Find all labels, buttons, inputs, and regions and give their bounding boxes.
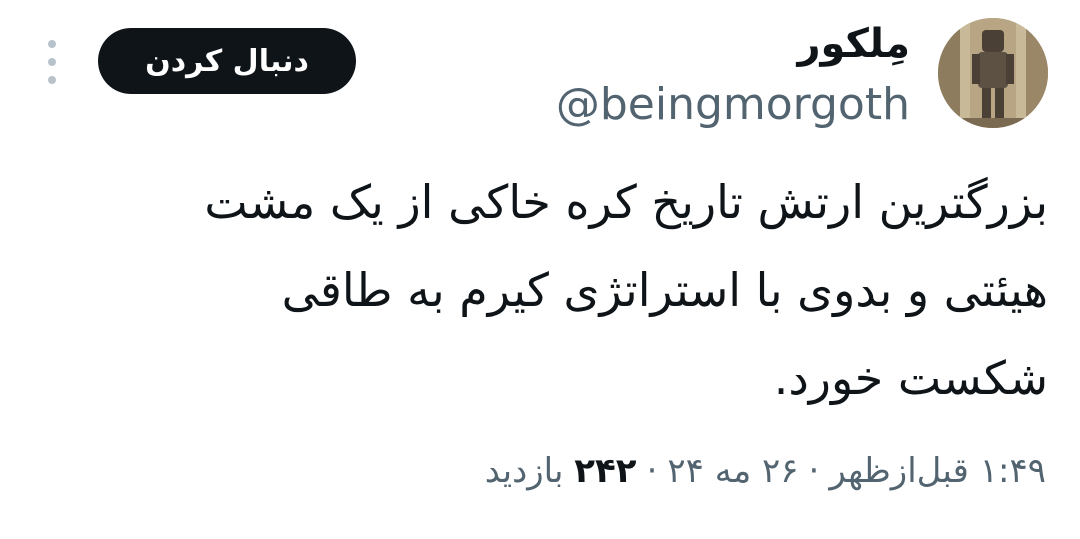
- more-dot: [48, 58, 56, 66]
- views-count: ۲۴۲: [574, 451, 637, 491]
- more-vertical-icon[interactable]: [40, 40, 64, 84]
- meta-separator: ·: [646, 451, 658, 491]
- tweet-text-line: بزرگترین ارتش تاریخ کره خاکی از یک مشت: [204, 175, 1048, 229]
- tweet-time[interactable]: ۱:۴۹ قبل‌ازظهر: [829, 451, 1046, 491]
- tweet-date[interactable]: ۲۶ مه ۲۴: [667, 451, 798, 491]
- tweet-text-line: شکست خورد.: [773, 351, 1048, 405]
- meta-separator: ·: [808, 451, 820, 491]
- more-dot: [48, 76, 56, 84]
- armored-figure-icon: [938, 18, 1048, 128]
- tweet-text-line: هیئتی و بدوی با استراتژی کیرم به طاقی: [281, 263, 1048, 317]
- display-name[interactable]: مِلکور: [798, 18, 910, 70]
- user-handle[interactable]: @beingmorgoth: [556, 78, 910, 132]
- tweet-text: بزرگترین ارتش تاریخ کره خاکی از یک مشت ه…: [88, 158, 1048, 422]
- tweet-card: مِلکور @beingmorgoth دنبال کردن بزرگترین…: [0, 0, 1080, 539]
- views-label: بازدید: [484, 451, 564, 491]
- avatar[interactable]: [938, 18, 1048, 128]
- more-dot: [48, 40, 56, 48]
- tweet-meta: ۱:۴۹ قبل‌ازظهر·۲۶ مه ۲۴·۲۴۲ بازدید: [485, 448, 1046, 494]
- follow-button[interactable]: دنبال کردن: [98, 28, 356, 94]
